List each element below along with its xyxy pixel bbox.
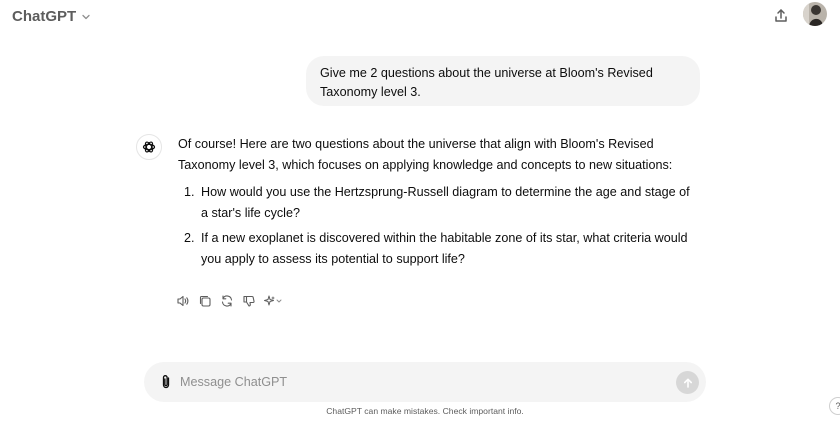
regenerate-button[interactable] [218, 293, 235, 310]
help-button[interactable]: ? [829, 397, 840, 415]
copy-icon [199, 295, 211, 307]
assistant-intro: Of course! Here are two questions about … [178, 137, 673, 172]
message-composer [144, 362, 706, 402]
read-aloud-button[interactable] [174, 293, 191, 310]
paperclip-icon [162, 375, 170, 389]
share-button[interactable] [768, 3, 794, 29]
question-text: If a new exoplanet is discovered within … [201, 231, 688, 266]
model-name: ChatGPT [12, 7, 77, 25]
user-avatar[interactable] [803, 2, 827, 26]
chevron-down-icon [80, 10, 92, 22]
read-aloud-icon [176, 295, 188, 307]
list-item: 2. If a new exoplanet is discovered with… [178, 228, 700, 270]
disclaimer-text: ChatGPT can make mistakes. Check importa… [326, 406, 524, 416]
change-model-button[interactable] [262, 293, 284, 310]
user-message-bubble: Give me 2 questions about the universe a… [306, 56, 700, 106]
thumbs-down-icon [242, 295, 255, 307]
question-list: 1. How would you use the Hertzsprung-Rus… [178, 182, 700, 270]
message-input[interactable] [180, 372, 660, 392]
top-bar: ChatGPT [0, 0, 840, 32]
question-text: How would you use the Hertzsprung-Russel… [201, 185, 690, 220]
attach-button[interactable] [156, 372, 176, 392]
list-number: 1. [184, 185, 195, 199]
openai-logo-icon [136, 134, 162, 160]
copy-button[interactable] [196, 293, 213, 310]
list-number: 2. [184, 231, 195, 245]
send-button[interactable] [676, 371, 699, 394]
message-actions [174, 292, 284, 310]
share-icon [775, 9, 787, 22]
thumbs-down-button[interactable] [240, 293, 257, 310]
change-model-icon [264, 295, 282, 306]
regenerate-icon [221, 295, 232, 307]
arrow-up-icon [683, 378, 692, 388]
list-item: 1. How would you use the Hertzsprung-Rus… [178, 182, 700, 224]
model-selector[interactable]: ChatGPT [12, 5, 92, 27]
assistant-message: Of course! Here are two questions about … [178, 134, 700, 274]
